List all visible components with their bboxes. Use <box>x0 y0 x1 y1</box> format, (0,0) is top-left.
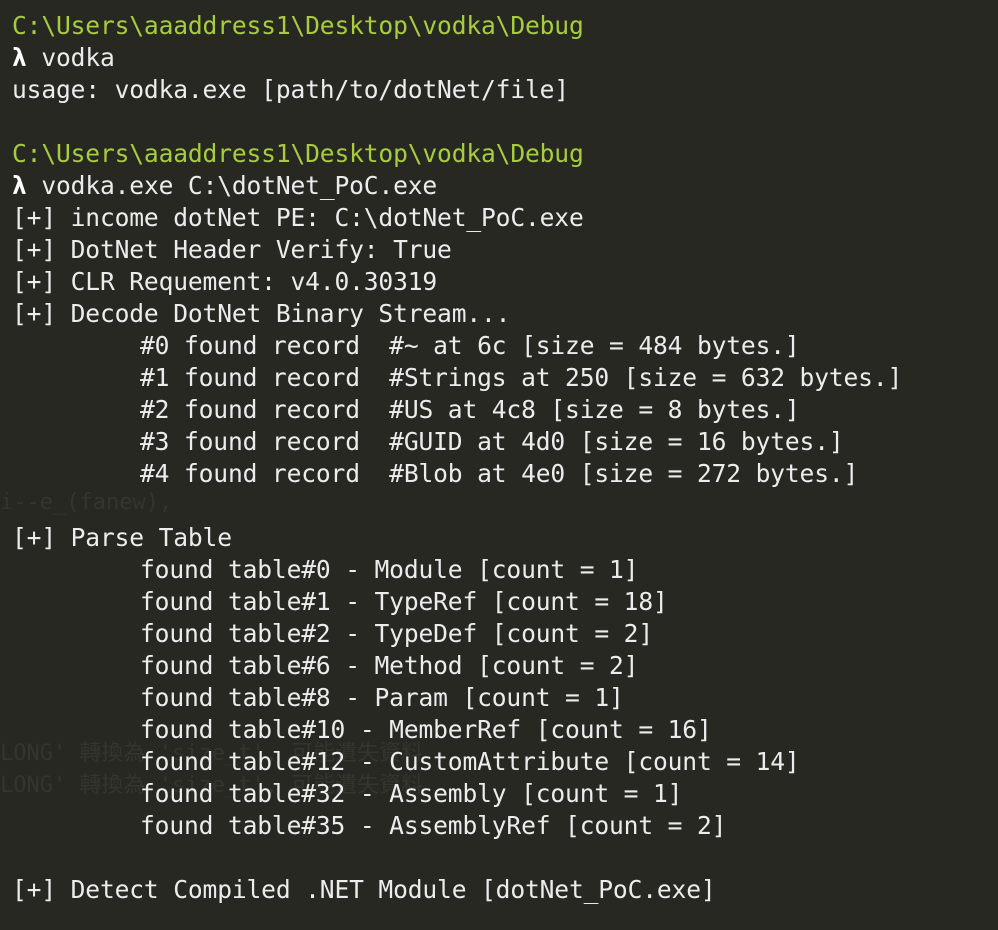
stream-record-line: #3 found record #GUID at 4d0 [size = 16 … <box>140 427 844 456</box>
table-found-line: found table#6 - Method [count = 2] <box>140 651 639 680</box>
stream-record-line: #4 found record #Blob at 4e0 [size = 272… <box>140 459 859 488</box>
command-line: λ vodka <box>12 42 998 74</box>
info-line: [+] income dotNet PE: C:\dotNet_PoC.exe <box>12 203 584 232</box>
usage-output: usage: vodka.exe [path/to/dotNet/file] <box>12 75 569 104</box>
command-text: vodka.exe C:\dotNet_PoC.exe <box>41 171 438 200</box>
lambda-prompt-icon: λ <box>12 43 27 72</box>
lambda-prompt-icon: λ <box>12 171 27 200</box>
info-line: [+] DotNet Header Verify: True <box>12 235 452 264</box>
table-found-line: found table#8 - Param [count = 1] <box>140 683 624 712</box>
table-found-line: found table#2 - TypeDef [count = 2] <box>140 619 653 648</box>
terminal-output[interactable]: C:\Users\aaaddress1\Desktop\vodka\Debug … <box>12 10 998 930</box>
command-text: vodka <box>41 43 115 72</box>
stream-record-line: #0 found record #~ at 6c [size = 484 byt… <box>140 331 800 360</box>
command-line: λ vodka.exe C:\dotNet_PoC.exe <box>12 170 998 202</box>
table-found-line: found table#1 - TypeRef [count = 18] <box>140 587 668 616</box>
stream-record-line: #1 found record #Strings at 250 [size = … <box>140 363 903 392</box>
table-found-line: found table#0 - Module [count = 1] <box>140 555 639 584</box>
table-found-line: found table#35 - AssemblyRef [count = 2] <box>140 811 727 840</box>
table-found-line: found table#32 - Assembly [count = 1] <box>140 779 683 808</box>
working-directory-path: C:\Users\aaaddress1\Desktop\vodka\Debug <box>12 11 584 40</box>
info-line: [+] CLR Requement: v4.0.30319 <box>12 267 438 296</box>
table-found-line: found table#12 - CustomAttribute [count … <box>140 747 800 776</box>
stream-record-line: #2 found record #US at 4c8 [size = 8 byt… <box>140 395 800 424</box>
info-line: [+] Decode DotNet Binary Stream... <box>12 299 511 328</box>
table-found-line: found table#10 - MemberRef [count = 16] <box>140 715 712 744</box>
parse-table-header: [+] Parse Table <box>12 523 232 552</box>
working-directory-path: C:\Users\aaaddress1\Desktop\vodka\Debug <box>12 139 584 168</box>
detect-module-line: [+] Detect Compiled .NET Module [dotNet_… <box>12 875 716 904</box>
